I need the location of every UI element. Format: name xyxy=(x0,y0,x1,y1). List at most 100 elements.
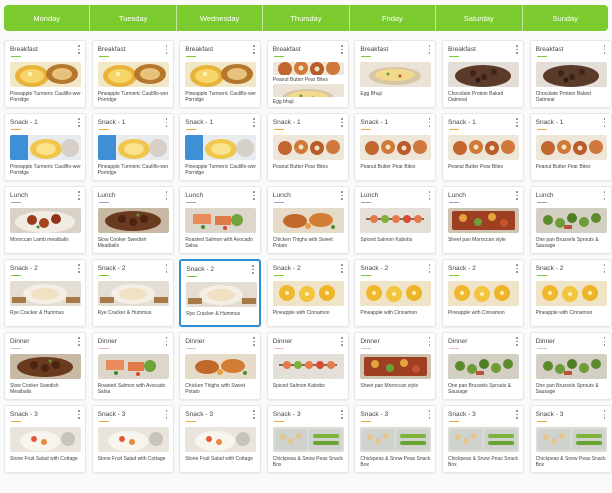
meal-card-dinner-friday[interactable]: Dinner Sheet pan Moroccan style xyxy=(354,332,437,400)
meal-slot-label: Snack - 1 xyxy=(10,119,38,126)
meal-card-dinner-monday[interactable]: Dinner Slow Cooker Swedish Meatballs xyxy=(4,332,86,400)
meal-title-secondary: Egg bhuji xyxy=(272,99,294,105)
meal-card-lunch-thursday[interactable]: Lunch Chicken Thighs with Sweet Potato xyxy=(266,186,349,254)
more-options-icon[interactable] xyxy=(427,45,431,54)
meal-card-snack-3-saturday[interactable]: Snack - 3 Chickpeas & Snow Peas Snack Box xyxy=(441,405,524,473)
more-options-icon[interactable] xyxy=(165,337,169,346)
meal-card-snack-2-saturday[interactable]: Snack - 2 Pineapple with Cinnamon xyxy=(441,259,524,327)
more-options-icon[interactable] xyxy=(515,118,519,127)
more-options-icon[interactable] xyxy=(603,191,607,200)
meal-card-breakfast-sunday[interactable]: Breakfast Chocolate Protein Baked Oatmeal xyxy=(529,40,612,108)
more-options-icon[interactable] xyxy=(340,191,344,200)
meal-slot-label: Lunch xyxy=(272,192,291,199)
meatballs-photo xyxy=(10,208,81,233)
meal-card-snack-2-sunday[interactable]: Snack - 2 Pineapple with Cinnamon xyxy=(529,259,612,327)
meal-title: Chickpeas & Snow Peas Snack Box xyxy=(447,456,519,469)
meal-card-breakfast-friday[interactable]: Breakfast Egg Bhuji xyxy=(354,40,437,108)
meal-card-dinner-sunday[interactable]: Dinner One pan Brussels Sprouts & Sausage xyxy=(529,332,612,400)
meal-card-snack-1-thursday[interactable]: Snack - 1 Peanut Butter Pear Bites xyxy=(266,113,349,181)
more-options-icon[interactable] xyxy=(77,264,81,273)
more-options-icon[interactable] xyxy=(252,118,256,127)
meal-slot-label: Lunch xyxy=(97,192,116,199)
more-options-icon[interactable] xyxy=(77,118,81,127)
meal-card-lunch-monday[interactable]: Lunch Moroccan Lamb meatballs xyxy=(4,186,86,254)
more-options-icon[interactable] xyxy=(603,264,607,273)
more-options-icon[interactable] xyxy=(603,45,607,54)
more-options-icon[interactable] xyxy=(515,264,519,273)
meal-card-snack-3-thursday[interactable]: Snack - 3 Chickpeas & Snow Peas Snack Box xyxy=(266,405,349,473)
meal-card-lunch-tuesday[interactable]: Lunch Slow Cooker Swedish Meatballs xyxy=(91,186,174,254)
meal-card-lunch-sunday[interactable]: Lunch One pan Brussels Sprouts & Sausage xyxy=(529,186,612,254)
meal-card-lunch-friday[interactable]: Lunch Spiced Salmon Kabobs xyxy=(354,186,437,254)
more-options-icon[interactable] xyxy=(340,264,344,273)
meal-card-snack-1-sunday[interactable]: Snack - 1 Peanut Butter Pear Bites xyxy=(529,113,612,181)
meal-title: Pineapple Turmeric Cauliflo-wer Porridge xyxy=(185,91,257,104)
meal-card-snack-3-monday[interactable]: Snack - 3 Stone Fruit Salad with Cottage xyxy=(4,405,86,473)
day-header-wednesday: Wednesday xyxy=(177,5,264,31)
meal-card-snack-1-monday[interactable]: Snack - 1 Pineapple Turmeric Cauliflo-wer… xyxy=(4,113,86,181)
more-options-icon[interactable] xyxy=(77,45,81,54)
meal-card-snack-3-wednesday[interactable]: Snack - 3 Stone Fruit Salad with Cottage xyxy=(179,405,262,473)
meal-card-dinner-saturday[interactable]: Dinner One pan Brussels Sprouts & Sausage xyxy=(441,332,524,400)
more-options-icon[interactable] xyxy=(515,45,519,54)
meal-card-lunch-saturday[interactable]: Lunch Sheet pan Moroccan style xyxy=(441,186,524,254)
more-options-icon[interactable] xyxy=(427,118,431,127)
more-options-icon[interactable] xyxy=(603,410,607,419)
meal-card-dinner-thursday[interactable]: Dinner Spiced Salmon Kabobs xyxy=(266,332,349,400)
slot-color-bar xyxy=(448,56,459,58)
more-options-icon[interactable] xyxy=(77,191,81,200)
meal-card-snack-1-wednesday[interactable]: Snack - 1 Pineapple Turmeric Cauliflo-wer… xyxy=(179,113,262,181)
more-options-icon[interactable] xyxy=(252,337,256,346)
meal-title: Rye Cracker & Hummus xyxy=(10,310,64,316)
meal-card-snack-2-tuesday[interactable]: Snack - 2 Rye Cracker & Hummus xyxy=(91,259,174,327)
more-options-icon[interactable] xyxy=(603,337,607,346)
meal-card-snack-2-thursday[interactable]: Snack - 2 Pineapple with Cinnamon xyxy=(266,259,349,327)
meal-card-breakfast-tuesday[interactable]: Breakfast Pineapple Turmeric Cauliflo-wer… xyxy=(91,40,174,108)
meal-card-dinner-tuesday[interactable]: Dinner Roasted Salmon with Avocado Salsa xyxy=(91,332,174,400)
meal-card-dinner-wednesday[interactable]: Dinner Chicken Thighs with Sweet Potato xyxy=(179,332,262,400)
more-options-icon[interactable] xyxy=(251,265,255,274)
more-options-icon[interactable] xyxy=(165,264,169,273)
more-options-icon[interactable] xyxy=(77,410,81,419)
more-options-icon[interactable] xyxy=(340,410,344,419)
more-options-icon[interactable] xyxy=(427,337,431,346)
more-options-icon[interactable] xyxy=(77,337,81,346)
more-options-icon[interactable] xyxy=(165,118,169,127)
meal-card-snack-1-tuesday[interactable]: Snack - 1 Pineapple Turmeric Cauliflo-wer… xyxy=(91,113,174,181)
meal-card-snack-1-friday[interactable]: Snack - 1 Peanut Butter Pear Bites xyxy=(354,113,437,181)
meal-slot-label: Lunch xyxy=(360,192,379,199)
more-options-icon[interactable] xyxy=(165,410,169,419)
meal-card-snack-3-friday[interactable]: Snack - 3 Chickpeas & Snow Peas Snack Box xyxy=(354,405,437,473)
more-options-icon[interactable] xyxy=(165,191,169,200)
meal-slot-label: Snack - 1 xyxy=(447,119,476,126)
more-options-icon[interactable] xyxy=(515,191,519,200)
more-options-icon[interactable] xyxy=(515,410,519,419)
meal-card-snack-3-tuesday[interactable]: Snack - 3 Stone Fruit Salad with Cottage xyxy=(91,405,174,473)
more-options-icon[interactable] xyxy=(252,410,256,419)
meal-slot-label: Snack - 2 xyxy=(535,265,564,272)
more-options-icon[interactable] xyxy=(515,337,519,346)
meal-card-breakfast-saturday[interactable]: Breakfast Chocolate Protein Baked Oatmeal xyxy=(441,40,524,108)
meal-card-lunch-wednesday[interactable]: Lunch Roasted Salmon with Avocado Salsa xyxy=(179,186,262,254)
more-options-icon[interactable] xyxy=(252,191,256,200)
slot-color-bar xyxy=(361,202,372,204)
meal-card-breakfast-wednesday[interactable]: Breakfast Pineapple Turmeric Cauliflo-wer… xyxy=(179,40,262,108)
meal-card-breakfast-thursday[interactable]: Breakfast Peanut Butter Pear Bites Egg bhu… xyxy=(266,40,349,108)
meal-card-snack-2-monday[interactable]: Snack - 2 Rye Cracker & Hummus xyxy=(4,259,86,327)
more-options-icon[interactable] xyxy=(340,337,344,346)
more-options-icon[interactable] xyxy=(340,118,344,127)
meal-card-breakfast-monday[interactable]: Breakfast Pineapple Turmeric Cauliflo-wer… xyxy=(4,40,86,108)
more-options-icon[interactable] xyxy=(165,45,169,54)
meal-card-snack-3-sunday[interactable]: Snack - 3 Chickpeas & Snow Peas Snack Box xyxy=(529,405,612,473)
meal-card-snack-1-saturday[interactable]: Snack - 1 Peanut Butter Pear Bites xyxy=(441,113,524,181)
more-options-icon[interactable] xyxy=(427,410,431,419)
more-options-icon[interactable] xyxy=(340,45,344,54)
more-options-icon[interactable] xyxy=(252,45,256,54)
more-options-icon[interactable] xyxy=(427,191,431,200)
more-options-icon[interactable] xyxy=(603,118,607,127)
slot-color-bar xyxy=(448,348,459,350)
meal-card-snack-2-friday[interactable]: Snack - 2 Pineapple with Cinnamon xyxy=(354,259,437,327)
meal-card-snack-2-wednesday[interactable]: Snack - 2 Rye Cracker & Hummus xyxy=(179,259,262,327)
oatmeal-photo xyxy=(535,62,607,87)
more-options-icon[interactable] xyxy=(427,264,431,273)
